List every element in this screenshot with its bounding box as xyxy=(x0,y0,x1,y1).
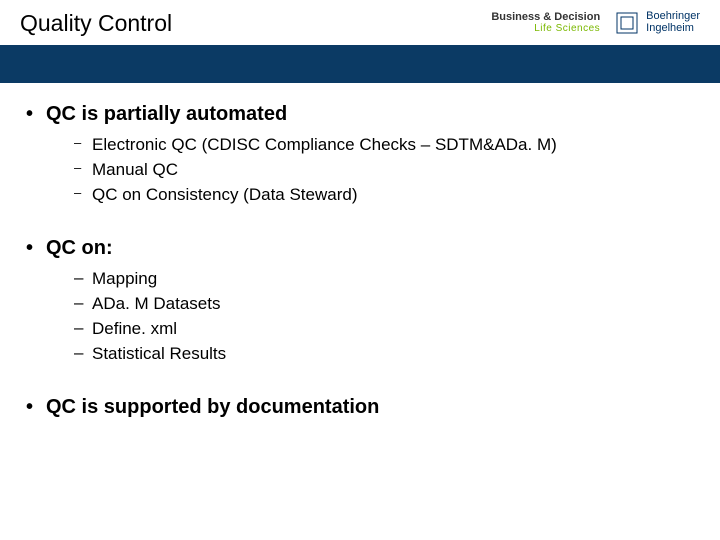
sub-item: Statistical Results xyxy=(74,343,696,366)
slide: Quality Control Business & Decision Life… xyxy=(0,0,720,540)
sub-item: Electronic QC (CDISC Compliance Checks –… xyxy=(74,134,696,157)
header: Quality Control Business & Decision Life… xyxy=(0,0,720,45)
boehringer-logo: Boehringer Ingelheim xyxy=(614,10,700,36)
business-decision-logo: Business & Decision Life Sciences xyxy=(491,12,600,34)
sub-item: Manual QC xyxy=(74,159,696,182)
divider-bar xyxy=(0,45,720,83)
sub-item: Define. xml xyxy=(74,318,696,341)
logo-bd-line2: Life Sciences xyxy=(491,24,600,35)
bullet-text: QC is partially automated xyxy=(46,103,287,125)
content-area: QC is partially automated Electronic QC … xyxy=(0,83,720,419)
logo-bi-line2: Ingelheim xyxy=(646,23,700,35)
bullet-list: QC on: Mapping ADa. M Datasets Define. x… xyxy=(24,237,696,366)
bullet-item: QC on: Mapping ADa. M Datasets Define. x… xyxy=(24,237,696,366)
sub-item: ADa. M Datasets xyxy=(74,293,696,316)
bullet-item: QC is supported by documentation xyxy=(24,396,696,419)
bullet-text: QC is supported by documentation xyxy=(46,396,379,418)
logo-bi-text: Boehringer Ingelheim xyxy=(646,11,700,34)
logo-bd-line1: Business & Decision xyxy=(491,12,600,24)
sub-list: Electronic QC (CDISC Compliance Checks –… xyxy=(46,134,696,207)
bullet-text: QC on: xyxy=(46,237,113,259)
sub-list: Mapping ADa. M Datasets Define. xml Stat… xyxy=(46,268,696,366)
bullet-list: QC is partially automated Electronic QC … xyxy=(24,103,696,207)
bullet-item: QC is partially automated Electronic QC … xyxy=(24,103,696,207)
slide-title: Quality Control xyxy=(20,10,172,37)
sub-item: QC on Consistency (Data Steward) xyxy=(74,184,696,207)
boehringer-icon xyxy=(614,10,640,36)
logo-cluster: Business & Decision Life Sciences Boehri… xyxy=(491,10,700,36)
sub-item: Mapping xyxy=(74,268,696,291)
bullet-list: QC is supported by documentation xyxy=(24,396,696,419)
